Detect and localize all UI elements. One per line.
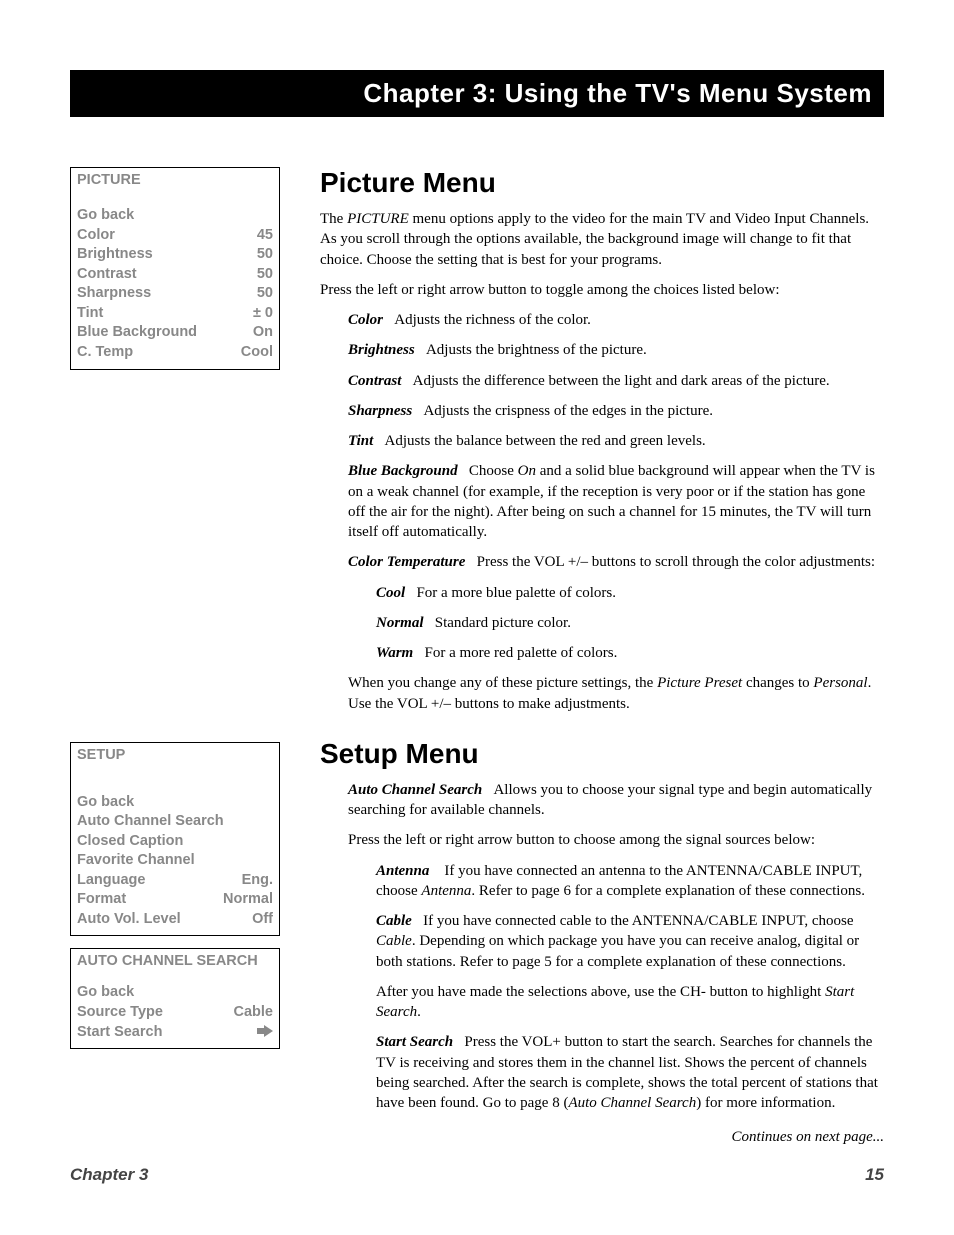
def-auto-channel-search: Auto Channel Search Allows you to choose… (348, 780, 884, 821)
picture-note: When you change any of these picture set… (348, 673, 884, 714)
setup-menu-heading: Setup Menu (320, 738, 884, 770)
menu-row: Blue BackgroundOn (77, 323, 273, 343)
menu-row: Favorite Channel (77, 851, 273, 871)
arrow-right-icon (257, 1023, 273, 1043)
menu-go-back: Go back (77, 206, 273, 226)
def-cool: Cool For a more blue palette of colors. (376, 583, 884, 603)
footer-chapter: Chapter 3 (70, 1165, 148, 1185)
picture-press-instruction: Press the left or right arrow button to … (320, 280, 884, 300)
continues-note: Continues on next page... (320, 1129, 884, 1146)
def-brightness: Brightness Adjusts the brightness of the… (348, 340, 884, 360)
def-color: Color Adjusts the richness of the color. (348, 310, 884, 330)
def-contrast: Contrast Adjusts the difference between … (348, 371, 884, 391)
def-sharpness: Sharpness Adjusts the crispness of the e… (348, 401, 884, 421)
def-tint: Tint Adjusts the balance between the red… (348, 431, 884, 451)
menu-row: C. TempCool (77, 343, 273, 363)
menu-title: SETUP (77, 747, 273, 763)
menu-row: Source TypeCable (77, 1003, 273, 1023)
menu-row: Auto Channel Search (77, 812, 273, 832)
picture-menu-box: PICTURE Go back Color45 Brightness50 Con… (70, 167, 280, 370)
menu-go-back: Go back (77, 793, 273, 813)
page-footer: Chapter 3 15 (70, 1165, 884, 1185)
chapter-banner: Chapter 3: Using the TV's Menu System (70, 70, 884, 117)
picture-intro: The PICTURE menu options apply to the vi… (320, 209, 884, 270)
page-body: PICTURE Go back Color45 Brightness50 Con… (70, 167, 884, 1146)
main-content: Picture Menu The PICTURE menu options ap… (320, 167, 884, 1146)
sidebar: PICTURE Go back Color45 Brightness50 Con… (70, 167, 280, 1146)
menu-row: Sharpness50 (77, 284, 273, 304)
def-start-search: Start Search Press the VOL+ button to st… (376, 1032, 884, 1113)
menu-row: LanguageEng. (77, 871, 273, 891)
picture-menu-heading: Picture Menu (320, 167, 884, 199)
after-selections: After you have made the selections above… (376, 982, 884, 1023)
menu-row: Closed Caption (77, 832, 273, 852)
menu-row: Tint± 0 (77, 304, 273, 324)
def-blue-background: Blue Background Choose On and a solid bl… (348, 461, 884, 542)
def-warm: Warm For a more red palette of colors. (376, 643, 884, 663)
setup-menu-box: SETUP Go back Auto Channel Search Closed… (70, 742, 280, 937)
menu-title: AUTO CHANNEL SEARCH (77, 953, 273, 969)
def-color-temperature: Color Temperature Press the VOL +/– butt… (348, 552, 884, 572)
footer-page-number: 15 (865, 1165, 884, 1185)
menu-row: Brightness50 (77, 245, 273, 265)
def-cable: Cable If you have connected cable to the… (376, 911, 884, 972)
def-normal: Normal Standard picture color. (376, 613, 884, 633)
menu-row: Color45 (77, 226, 273, 246)
setup-press-instruction: Press the left or right arrow button to … (348, 830, 884, 850)
menu-row: FormatNormal (77, 890, 273, 910)
menu-go-back: Go back (77, 983, 273, 1003)
auto-channel-menu-box: AUTO CHANNEL SEARCH Go back Source TypeC… (70, 948, 280, 1049)
def-antenna: Antenna If you have connected an antenna… (376, 861, 884, 902)
menu-title: PICTURE (77, 172, 273, 188)
menu-row: Auto Vol. LevelOff (77, 910, 273, 930)
menu-row: Contrast50 (77, 265, 273, 285)
menu-row: Start Search (77, 1023, 273, 1043)
